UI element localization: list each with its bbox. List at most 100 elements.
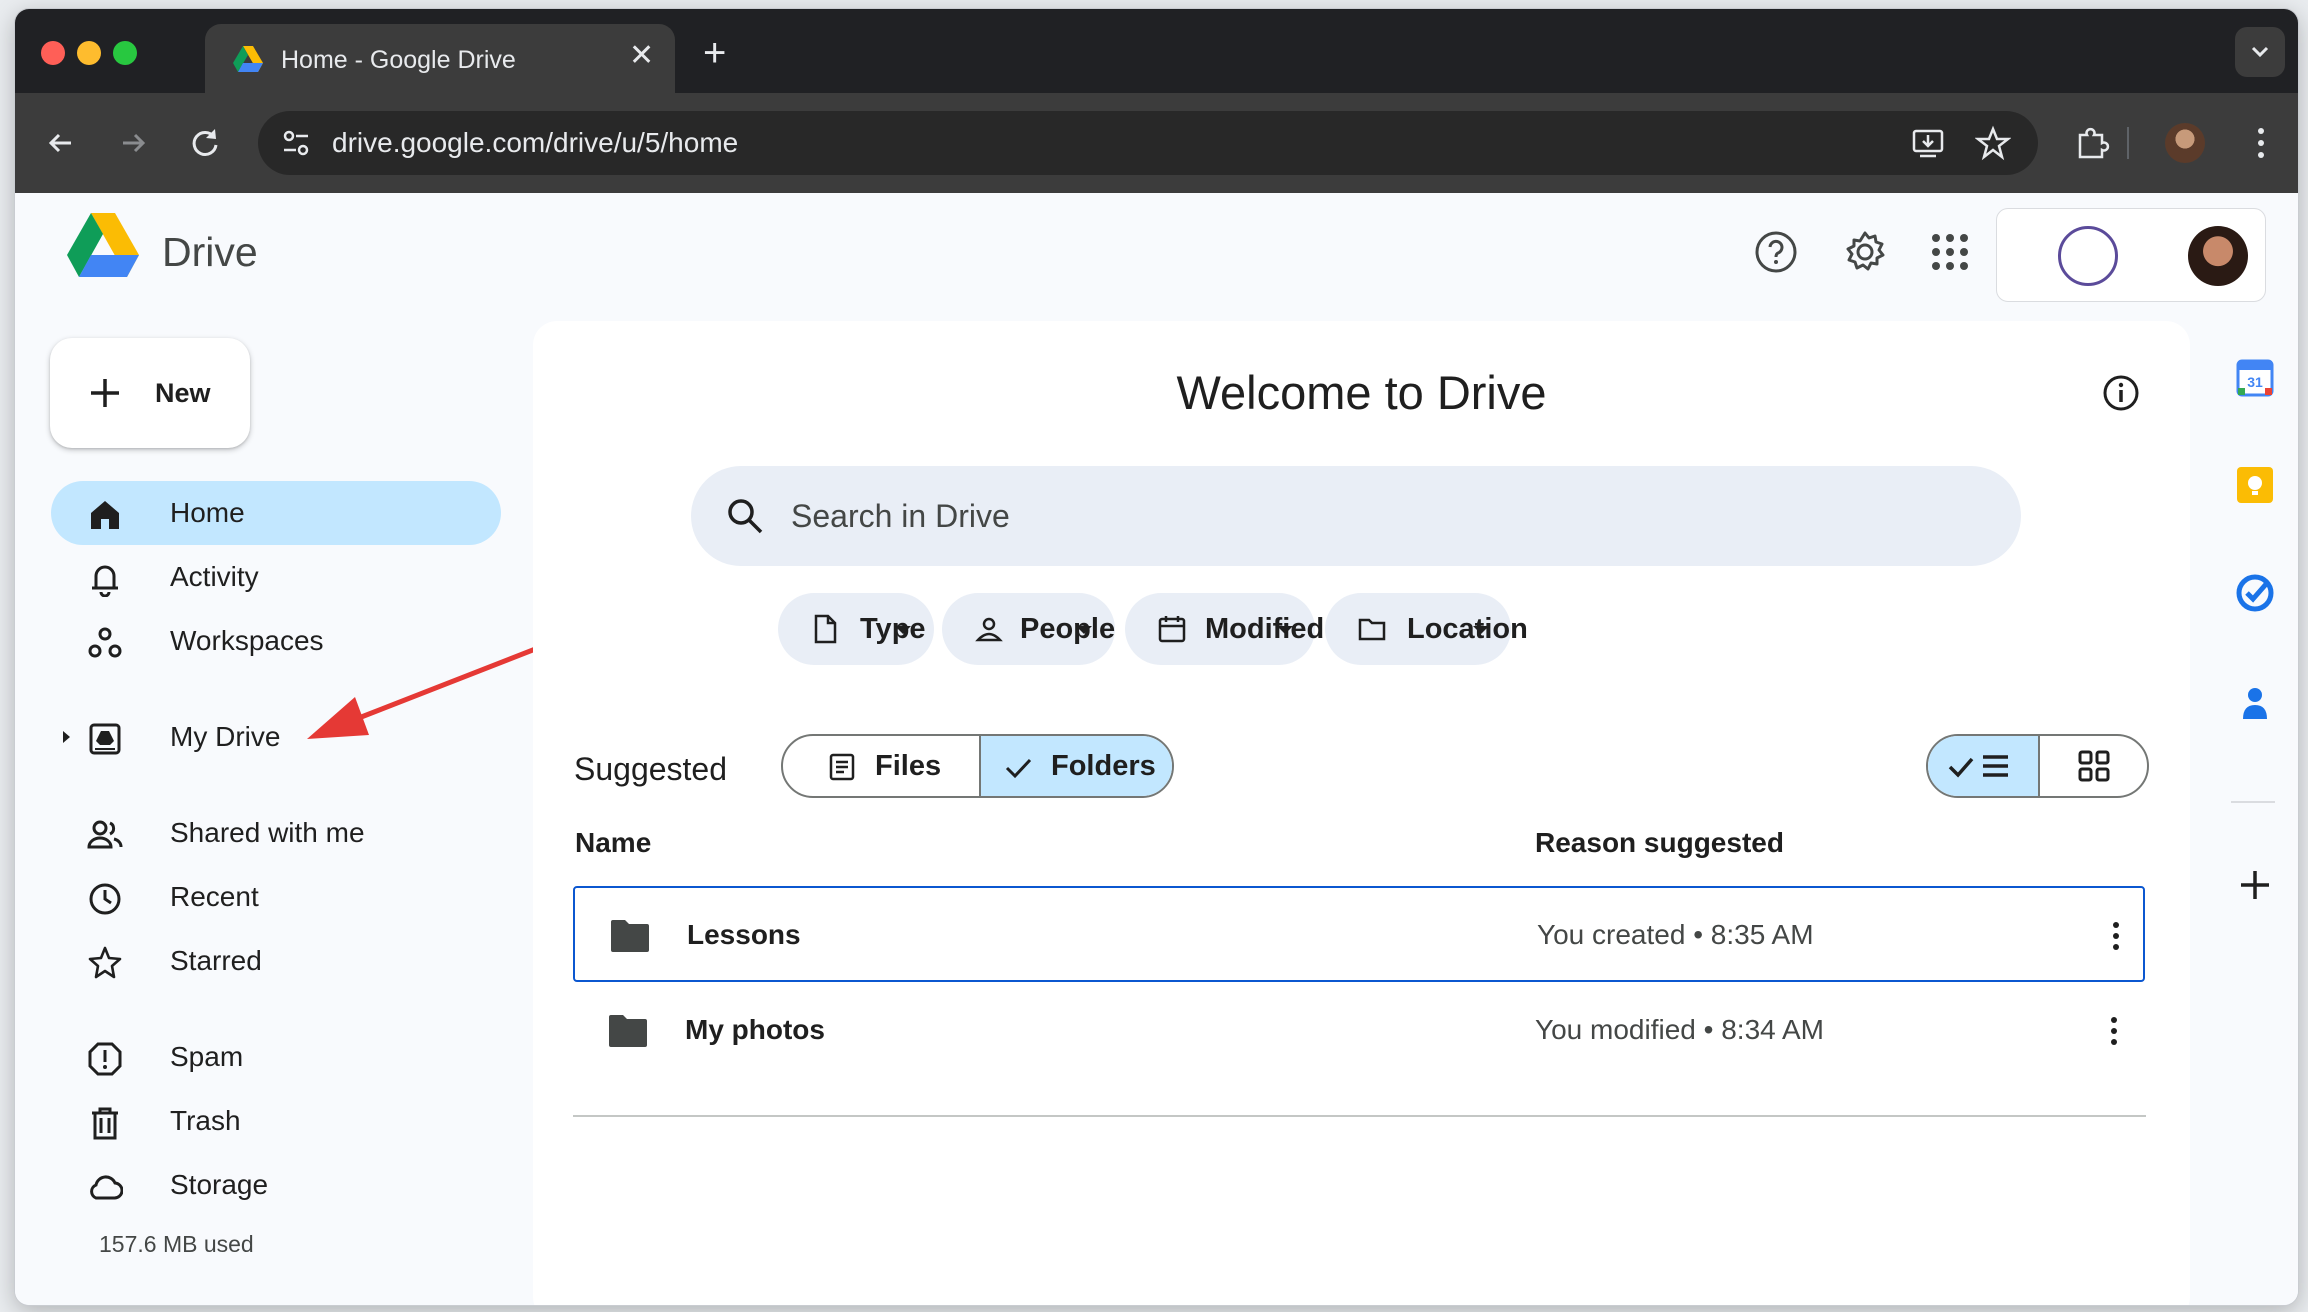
sidebar-item-home[interactable]: Home <box>51 481 501 545</box>
tab-search-button[interactable] <box>2235 27 2285 77</box>
keep-app-icon[interactable] <box>2235 465 2275 505</box>
calendar-app-icon[interactable]: 31 <box>2235 358 2275 398</box>
sidebar-item-label: Activity <box>170 561 259 592</box>
caret-down-icon <box>1473 626 1489 634</box>
apps-grid-icon[interactable] <box>1927 229 1973 275</box>
profile-avatar[interactable] <box>2165 123 2205 163</box>
browser-tab[interactable]: Home - Google Drive ✕ <box>205 24 675 93</box>
sidebar-item-trash[interactable]: Trash <box>51 1089 501 1153</box>
person-icon <box>975 617 1003 642</box>
sidebar-item-starred[interactable]: Starred <box>51 929 501 993</box>
site-info-icon[interactable] <box>278 125 314 161</box>
settings-gear-icon[interactable] <box>1842 229 1888 275</box>
drive-app: Drive New Home Activity Workspaces My Dr… <box>15 193 2298 1305</box>
sidebar-item-label: Storage <box>170 1169 269 1200</box>
extensions-icon[interactable] <box>2072 123 2112 163</box>
spam-icon <box>88 1042 122 1076</box>
tab-title: Home - Google Drive <box>281 46 516 74</box>
search-icon[interactable] <box>725 496 765 536</box>
sidebar-item-label: Workspaces <box>170 625 324 656</box>
row-name[interactable]: My photos <box>685 1014 825 1046</box>
list-view-button[interactable] <box>1928 736 2038 796</box>
main-panel: Welcome to Drive Type <box>533 321 2190 1305</box>
help-icon[interactable] <box>1753 229 1799 275</box>
zoom-window-button[interactable] <box>113 41 137 65</box>
filter-people-chip[interactable]: People <box>942 593 1115 665</box>
table-row[interactable]: Lessons You created • 8:35 AM <box>573 886 2145 982</box>
folder-icon <box>611 920 649 952</box>
column-header-name[interactable]: Name <box>575 827 651 859</box>
reload-icon[interactable] <box>185 123 225 163</box>
grid-view-icon <box>2078 750 2110 782</box>
install-app-icon[interactable] <box>1910 125 1946 161</box>
file-icon <box>814 614 837 644</box>
trash-icon <box>92 1107 118 1140</box>
filter-type-chip[interactable]: Type <box>778 593 934 665</box>
toolbar-divider <box>2127 127 2129 159</box>
forward-icon[interactable] <box>113 123 153 163</box>
search-input[interactable] <box>791 491 1891 541</box>
files-segment-label: Files <box>875 750 942 782</box>
sidebar-item-recent[interactable]: Recent <box>51 865 501 929</box>
get-addons-plus-icon[interactable] <box>2235 865 2275 905</box>
expand-triangle-icon[interactable] <box>63 731 70 743</box>
filter-location-chip[interactable]: Location <box>1325 593 1528 665</box>
browser-toolbar: drive.google.com/drive/u/5/home <box>15 93 2298 193</box>
view-mode-toggle <box>1926 734 2149 798</box>
table-row[interactable]: My photos You modified • 8:34 AM <box>573 983 2145 1079</box>
search-bar[interactable] <box>691 466 2021 566</box>
more-actions-icon[interactable] <box>2109 1015 2119 1047</box>
folders-segment-label: Folders <box>1051 750 1156 782</box>
home-icon <box>91 501 119 529</box>
chevron-down-icon <box>2251 46 2269 58</box>
sidebar-item-label: My Drive <box>170 721 281 752</box>
storage-used-text: 157.6 MB used <box>99 1231 254 1257</box>
browser-menu-icon[interactable] <box>2255 123 2267 163</box>
contacts-app-icon[interactable] <box>2235 683 2275 723</box>
folder-icon <box>609 1015 647 1047</box>
my-drive-icon <box>89 723 121 755</box>
sidebar-item-activity[interactable]: Activity <box>51 545 501 609</box>
user-avatar[interactable] <box>2188 226 2248 286</box>
column-header-reason: Reason suggested <box>1535 827 1784 858</box>
grid-view-button[interactable] <box>2038 736 2147 796</box>
row-name[interactable]: Lessons <box>687 919 801 951</box>
sidebar-item-spam[interactable]: Spam <box>51 1025 501 1089</box>
calendar-icon <box>1158 616 1186 643</box>
account-switcher[interactable] <box>1996 208 2266 302</box>
filter-modified-chip[interactable]: Modified <box>1125 593 1324 665</box>
filter-label: People <box>1020 613 1116 645</box>
sidebar-item-shared-with-me[interactable]: Shared with me <box>51 801 501 865</box>
new-tab-icon[interactable]: + <box>703 33 726 73</box>
info-icon[interactable] <box>2101 373 2141 413</box>
star-icon <box>88 946 122 979</box>
folders-segment-button[interactable]: Folders <box>979 736 1172 796</box>
tab-close-icon[interactable]: ✕ <box>629 41 654 71</box>
tasks-app-icon[interactable] <box>2235 573 2275 613</box>
close-window-button[interactable] <box>41 41 65 65</box>
suggested-heading: Suggested <box>574 751 728 787</box>
address-bar[interactable]: drive.google.com/drive/u/5/home <box>258 111 2038 175</box>
back-icon[interactable] <box>41 123 81 163</box>
drive-logo-icon[interactable] <box>67 213 139 277</box>
new-button[interactable]: New <box>50 338 250 448</box>
sidebar-item-label: Starred <box>170 945 262 976</box>
side-panel-divider <box>2231 801 2275 803</box>
bookmark-star-icon[interactable] <box>1975 125 2011 161</box>
sidebar-item-storage[interactable]: Storage <box>51 1153 501 1217</box>
sidebar-item-label: Home <box>170 497 245 528</box>
caret-down-icon <box>1076 626 1092 634</box>
sidebar-item-label: Trash <box>170 1105 241 1136</box>
url-text[interactable]: drive.google.com/drive/u/5/home <box>332 127 738 159</box>
svg-text:31: 31 <box>2247 374 2263 390</box>
minimize-window-button[interactable] <box>77 41 101 65</box>
app-title[interactable]: Drive <box>162 229 258 276</box>
files-segment-button[interactable]: Files <box>783 736 979 796</box>
sidebar-item-label: Shared with me <box>170 817 365 848</box>
files-folders-toggle: Files Folders <box>781 734 1174 798</box>
row-reason: You modified • 8:34 AM <box>1535 1014 1824 1045</box>
organization-avatar[interactable] <box>2058 226 2118 286</box>
more-actions-icon[interactable] <box>2111 920 2121 952</box>
filter-label: Location <box>1407 613 1528 645</box>
list-view-icon <box>1948 755 2008 778</box>
